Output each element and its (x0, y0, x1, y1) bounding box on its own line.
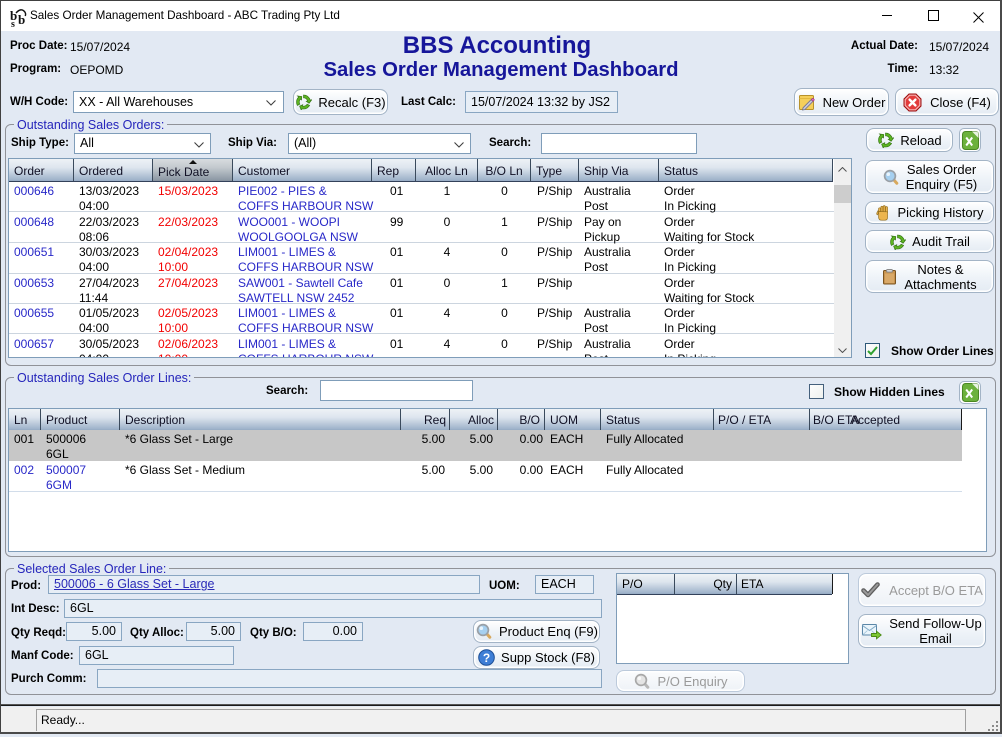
svg-text:?: ? (483, 651, 490, 665)
svg-text:b: b (18, 12, 25, 27)
svg-text:s: s (11, 19, 15, 27)
